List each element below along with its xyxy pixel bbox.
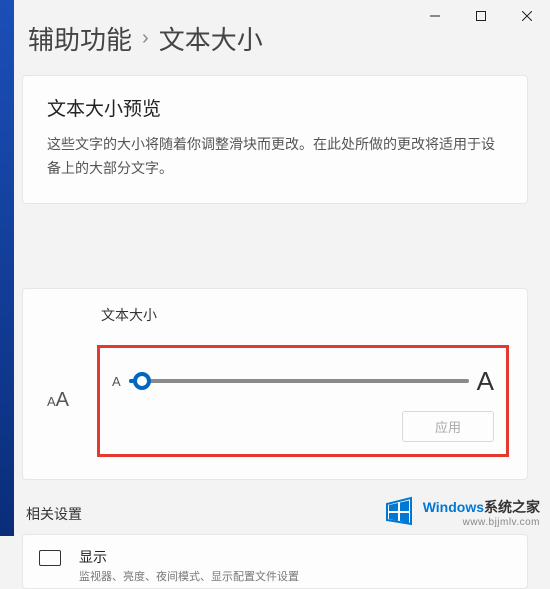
slider-min-label: A xyxy=(112,374,121,389)
text-size-icon: AA xyxy=(41,389,97,412)
text-size-slider[interactable] xyxy=(129,379,469,383)
titlebar-controls xyxy=(412,0,550,32)
close-button[interactable] xyxy=(504,0,550,32)
breadcrumb-current: 文本大小 xyxy=(159,20,263,57)
minimize-button[interactable] xyxy=(412,0,458,32)
highlighted-slider-area: A A 应用 xyxy=(97,345,509,457)
display-settings-item[interactable]: 显示 监视器、亮度、夜间模式、显示配置文件设置 xyxy=(22,534,528,589)
preview-title: 文本大小预览 xyxy=(47,94,503,121)
text-size-label: 文本大小 xyxy=(101,305,509,325)
monitor-icon xyxy=(39,550,61,566)
display-subtitle: 监视器、亮度、夜间模式、显示配置文件设置 xyxy=(79,568,299,584)
display-title: 显示 xyxy=(79,547,299,567)
windows-logo-icon xyxy=(381,494,417,530)
watermark-brand: Windows系统之家 xyxy=(423,497,540,517)
watermark-url: www.bjjmlv.com xyxy=(423,517,540,528)
breadcrumb-parent[interactable]: 辅助功能 xyxy=(28,20,132,57)
slider-thumb[interactable] xyxy=(133,372,151,390)
slider-max-label: A xyxy=(477,366,494,397)
watermark: Windows系统之家 www.bjjmlv.com xyxy=(381,494,540,530)
apply-button[interactable]: 应用 xyxy=(402,411,494,442)
chevron-right-icon: › xyxy=(142,27,149,50)
text-size-card: 文本大小 AA A A 应用 xyxy=(22,288,528,480)
desktop-left-edge xyxy=(0,0,14,536)
maximize-button[interactable] xyxy=(458,0,504,32)
text-size-preview-card: 文本大小预览 这些文字的大小将随着你调整滑块而更改。在此处所做的更改将适用于设备… xyxy=(22,75,528,204)
preview-description: 这些文字的大小将随着你调整滑块而更改。在此处所做的更改将适用于设备上的大部分文字… xyxy=(47,133,503,181)
